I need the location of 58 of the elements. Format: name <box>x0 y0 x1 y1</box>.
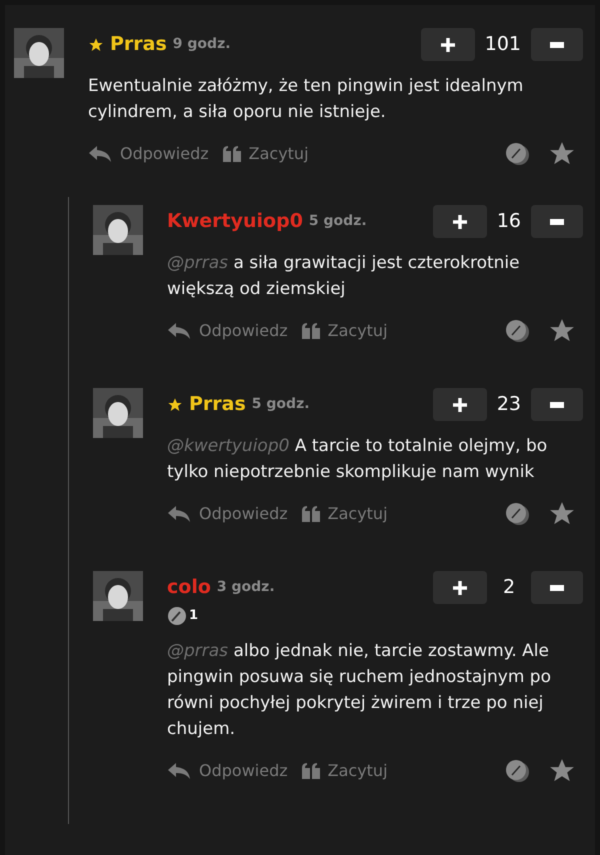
comment-text: @prras albo jednak nie, tarcie zostawmy. Ale pingwin posuwa się ruchem jednostajnym po równi pochyłej pokrytej żwirem i trze po niej chujem. <box>167 640 552 741</box>
quote-button[interactable]: Zacytuj <box>302 502 388 526</box>
comment-text: Ewentualnie załóżmy, że ten pingwin jest idealnym cylindrem, a siła oporu nie istnieje. <box>88 75 524 124</box>
comment-time: 9 godz. <box>172 35 231 54</box>
minus-icon <box>550 584 564 590</box>
author-name[interactable]: Kwertyuiop0 <box>167 207 303 236</box>
reply-arrow-icon <box>167 505 191 523</box>
comment-text: @kwertyuiop0 A tarcie to totalnie olejmy, bo tylko niepotrzebnie skomplikuje nam wynik <box>167 435 548 484</box>
vote-count: 16 <box>496 209 521 234</box>
plus-icon <box>440 36 456 52</box>
vote-count: 101 <box>484 32 521 58</box>
minus-icon <box>550 42 564 48</box>
star-icon[interactable] <box>549 141 575 167</box>
vote-count: 2 <box>502 575 516 600</box>
reply-button[interactable]: Odpowiedz <box>88 142 209 166</box>
quote-button[interactable]: Zacytuj <box>302 759 388 783</box>
plus-icon <box>452 214 468 230</box>
upvote-button[interactable] <box>433 571 487 604</box>
star-icon[interactable] <box>549 318 575 344</box>
quote-icon <box>222 146 241 162</box>
downvote-button[interactable] <box>531 28 583 61</box>
medal-icon[interactable] <box>505 759 531 783</box>
upvote-button[interactable] <box>432 388 487 421</box>
comment-text: @prras a siła grawitacji jest czterokrotnie większą od ziemskiej <box>167 252 521 301</box>
reply-button[interactable]: Odpowiedz <box>167 759 288 783</box>
downvote-button[interactable] <box>531 205 583 238</box>
reply-arrow-icon <box>167 762 191 780</box>
reply-button[interactable]: Odpowiedz <box>167 502 288 526</box>
downvote-button[interactable] <box>531 388 583 421</box>
comment-time: 5 godz. <box>308 212 367 231</box>
author-name[interactable]: colo <box>167 573 211 602</box>
author-name[interactable]: Prras <box>110 30 167 59</box>
upvote-button[interactable] <box>420 28 475 61</box>
badge-count: 1 <box>189 607 198 626</box>
minus-icon <box>550 402 564 408</box>
medal-icon[interactable] <box>505 142 531 166</box>
medal-icon[interactable] <box>505 502 531 526</box>
reply-arrow-icon <box>88 145 112 163</box>
quote-button[interactable]: Zacytuj <box>222 142 309 166</box>
plus-icon <box>452 580 468 596</box>
badge-icon <box>167 606 187 626</box>
quote-icon <box>302 763 320 779</box>
vote-count: 23 <box>496 392 521 418</box>
downvote-button[interactable] <box>531 571 583 604</box>
author-name[interactable]: Prras <box>189 390 246 419</box>
quote-icon <box>302 506 320 522</box>
star-icon[interactable] <box>549 501 575 527</box>
comment-time: 5 godz. <box>252 395 310 414</box>
medal-icon[interactable] <box>505 319 531 343</box>
quote-icon <box>302 323 320 339</box>
plus-icon <box>452 396 468 412</box>
reply-button[interactable]: Odpowiedz <box>167 319 288 343</box>
minus-icon <box>550 218 564 224</box>
comment-time: 3 godz. <box>216 578 275 597</box>
quote-button[interactable]: Zacytuj <box>302 319 388 343</box>
star-icon[interactable] <box>549 758 575 784</box>
upvote-button[interactable] <box>432 205 487 238</box>
reply-arrow-icon <box>167 322 191 340</box>
